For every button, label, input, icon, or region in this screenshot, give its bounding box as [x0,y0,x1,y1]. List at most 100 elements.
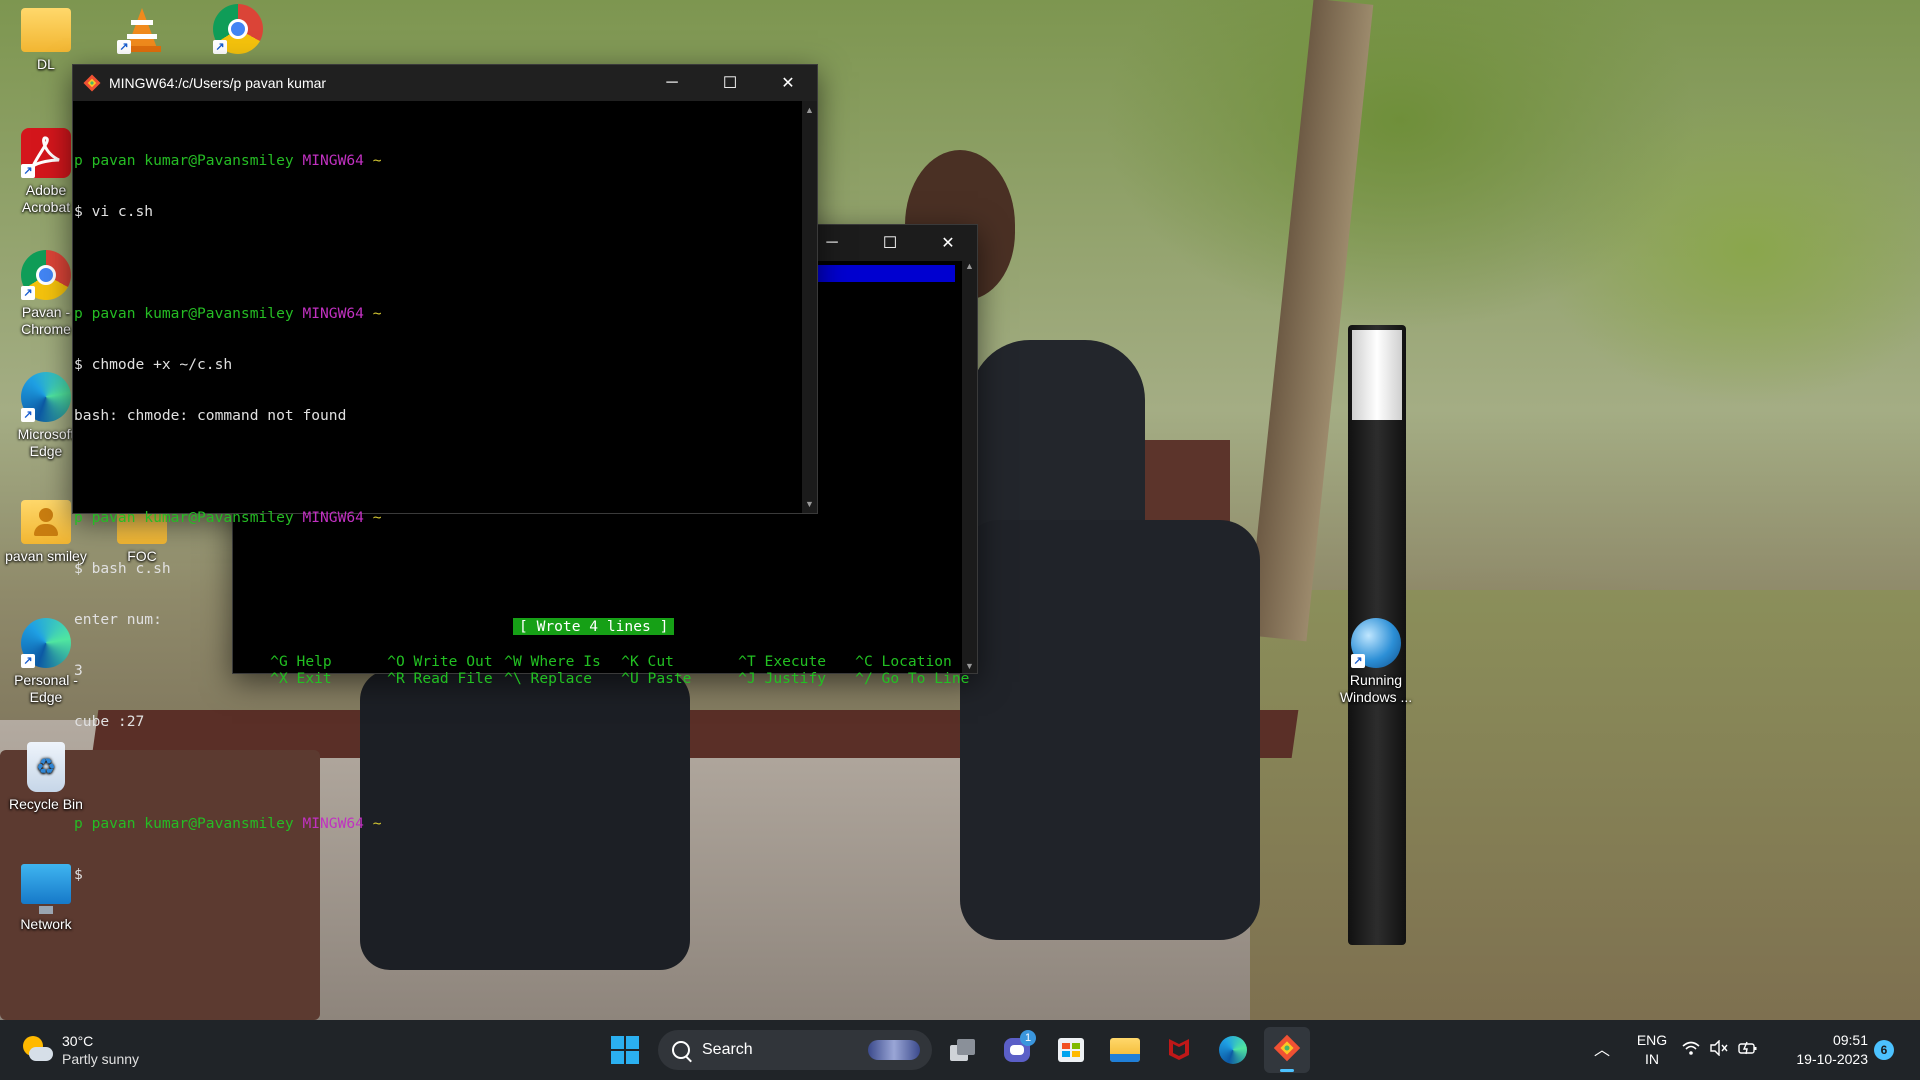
close-icon: ✕ [941,235,955,252]
prompt-dir: ~ [372,152,382,169]
prompt-line: p pavan kumar@Pavansmiley MINGW64 ~ [74,815,382,832]
shortcut-arrow-icon: ↗ [21,286,35,300]
region-code: IN [1645,1051,1659,1067]
shortcut-arrow-icon: ↗ [21,408,35,422]
nano-scrollbar[interactable]: ▲ ▼ [962,261,977,673]
wallpaper-left-legs [360,670,690,970]
taskbar-search-box[interactable]: Search [658,1030,932,1070]
folder-icon [21,8,71,52]
shortcut-key: ^/ [855,670,873,687]
maximize-icon: ☐ [882,235,898,252]
desktop-icon-chrome-top[interactable]: ↗ [196,4,280,58]
wifi-icon [1682,1040,1700,1061]
language-indicator[interactable]: ENG IN [1632,1031,1672,1069]
show-hidden-icons-button[interactable]: ︿ [1590,1036,1614,1064]
shortcut-label: Justify [764,670,827,687]
shortcut-label: Replace [530,670,593,687]
prompt-line: p pavan kumar@Pavansmiley MINGW64 ~ [74,305,382,322]
battery-charging-icon [1738,1040,1758,1061]
shortcut-arrow-icon: ↗ [1351,654,1365,668]
edge-taskbar-button[interactable] [1210,1027,1256,1073]
command-line: $ [74,866,83,883]
prompt-user: p pavan kumar@Pavansmiley [74,815,294,832]
output-line: 3 [74,662,83,679]
git-bash-icon [1273,1034,1301,1067]
maximize-button[interactable]: ☐ [861,225,919,261]
close-button[interactable]: ✕ [919,225,977,261]
user-folder-icon [21,500,71,544]
notification-count: 6 [1880,1043,1888,1057]
command-line: $ bash c.sh [74,560,171,577]
clock[interactable]: 09:51 19-10-2023 [1778,1031,1868,1069]
partly-sunny-icon [20,1033,54,1067]
terminal-titlebar[interactable]: MINGW64:/c/Users/p pavan kumar ─ ☐ ✕ [73,65,817,101]
git-bash-icon [83,74,101,92]
weather-description: Partly sunny [62,1051,140,1067]
shortcut-label: Read File [413,670,493,687]
prompt-env: MINGW64 [302,815,364,832]
prompt-env: MINGW64 [302,509,364,526]
terminal-scrollbar[interactable]: ▲ ▼ [802,101,817,513]
close-button[interactable]: ✕ [759,65,817,101]
search-highlight-icon [868,1040,920,1060]
search-placeholder: Search [702,1041,753,1058]
mcafee-button[interactable] [1156,1027,1202,1073]
desktop-icon-running-windows[interactable]: ↗ Running Windows ... [1334,618,1418,706]
output-line: bash: chmode: command not found [74,407,347,424]
edge-icon [1219,1036,1247,1064]
vlc-icon: ↗ [117,4,167,54]
chrome-icon: ↗ [21,250,71,300]
shortcut-label: Paste [647,670,692,687]
acrobat-icon: ↗ [21,128,71,178]
output-line: cube :27 [74,713,145,730]
prompt-user: p pavan kumar@Pavansmiley [74,152,294,169]
maximize-button[interactable]: ☐ [701,65,759,101]
chat-badge: 1 [1020,1030,1036,1046]
file-explorer-button[interactable] [1102,1027,1148,1073]
windows-logo-icon [611,1036,639,1064]
prompt-line: p pavan kumar@Pavansmiley MINGW64 ~ [74,509,382,526]
prompt-env: MINGW64 [302,152,364,169]
edge-icon: ↗ [21,618,71,668]
notification-center-button[interactable]: 6 [1874,1040,1894,1060]
edge-icon: ↗ [21,372,71,422]
shortcut-key: ^J [738,670,756,687]
teams-chat-button[interactable]: 1 [994,1027,1040,1073]
output-line: enter num: [74,611,162,628]
command-line: $ vi c.sh [74,203,154,220]
prompt-user: p pavan kumar@Pavansmiley [74,305,294,322]
nano-status-message: [ Wrote 4 lines ] [513,618,675,635]
volume-muted-icon [1710,1038,1728,1061]
chrome-icon: ↗ [213,4,263,54]
desktop-icon-vlc[interactable]: ↗ [100,4,184,58]
microsoft-store-button[interactable] [1048,1027,1094,1073]
maximize-icon: ☐ [722,75,738,92]
close-icon: ✕ [781,75,795,92]
shortcut-label: Go To Line [881,670,970,687]
scroll-down-icon[interactable]: ▼ [802,499,817,509]
git-bash-taskbar-button[interactable] [1264,1027,1310,1073]
command-line: $ chmode +x ~/c.sh [74,356,233,373]
weather-widget[interactable]: 30°C Partly sunny [20,1028,160,1072]
globe-icon: ↗ [1351,618,1401,668]
prompt-env: MINGW64 [302,305,364,322]
clock-time: 09:51 [1832,1032,1868,1048]
start-button[interactable] [602,1027,648,1073]
mingw64-terminal-window[interactable]: MINGW64:/c/Users/p pavan kumar ─ ☐ ✕ p p… [72,64,818,883]
task-view-button[interactable] [940,1027,986,1073]
scroll-up-icon[interactable]: ▲ [802,105,817,115]
quick-settings-button[interactable] [1682,1036,1762,1064]
minimize-button[interactable]: ─ [643,65,701,101]
weather-temperature: 30°C [62,1033,94,1049]
taskbar: 30°C Partly sunny Search 1 ︿ ENG IN 09:5… [0,1020,1920,1080]
shortcut-arrow-icon: ↗ [21,654,35,668]
wallpaper-person-legs [960,520,1260,940]
network-icon [21,864,71,914]
prompt-user: p pavan kumar@Pavansmiley [74,509,294,526]
scroll-up-icon[interactable]: ▲ [962,261,977,271]
nano-title-bar-highlight [817,265,955,282]
terminal-output[interactable]: p pavan kumar@Pavansmiley MINGW64 ~ $ vi… [74,118,382,917]
